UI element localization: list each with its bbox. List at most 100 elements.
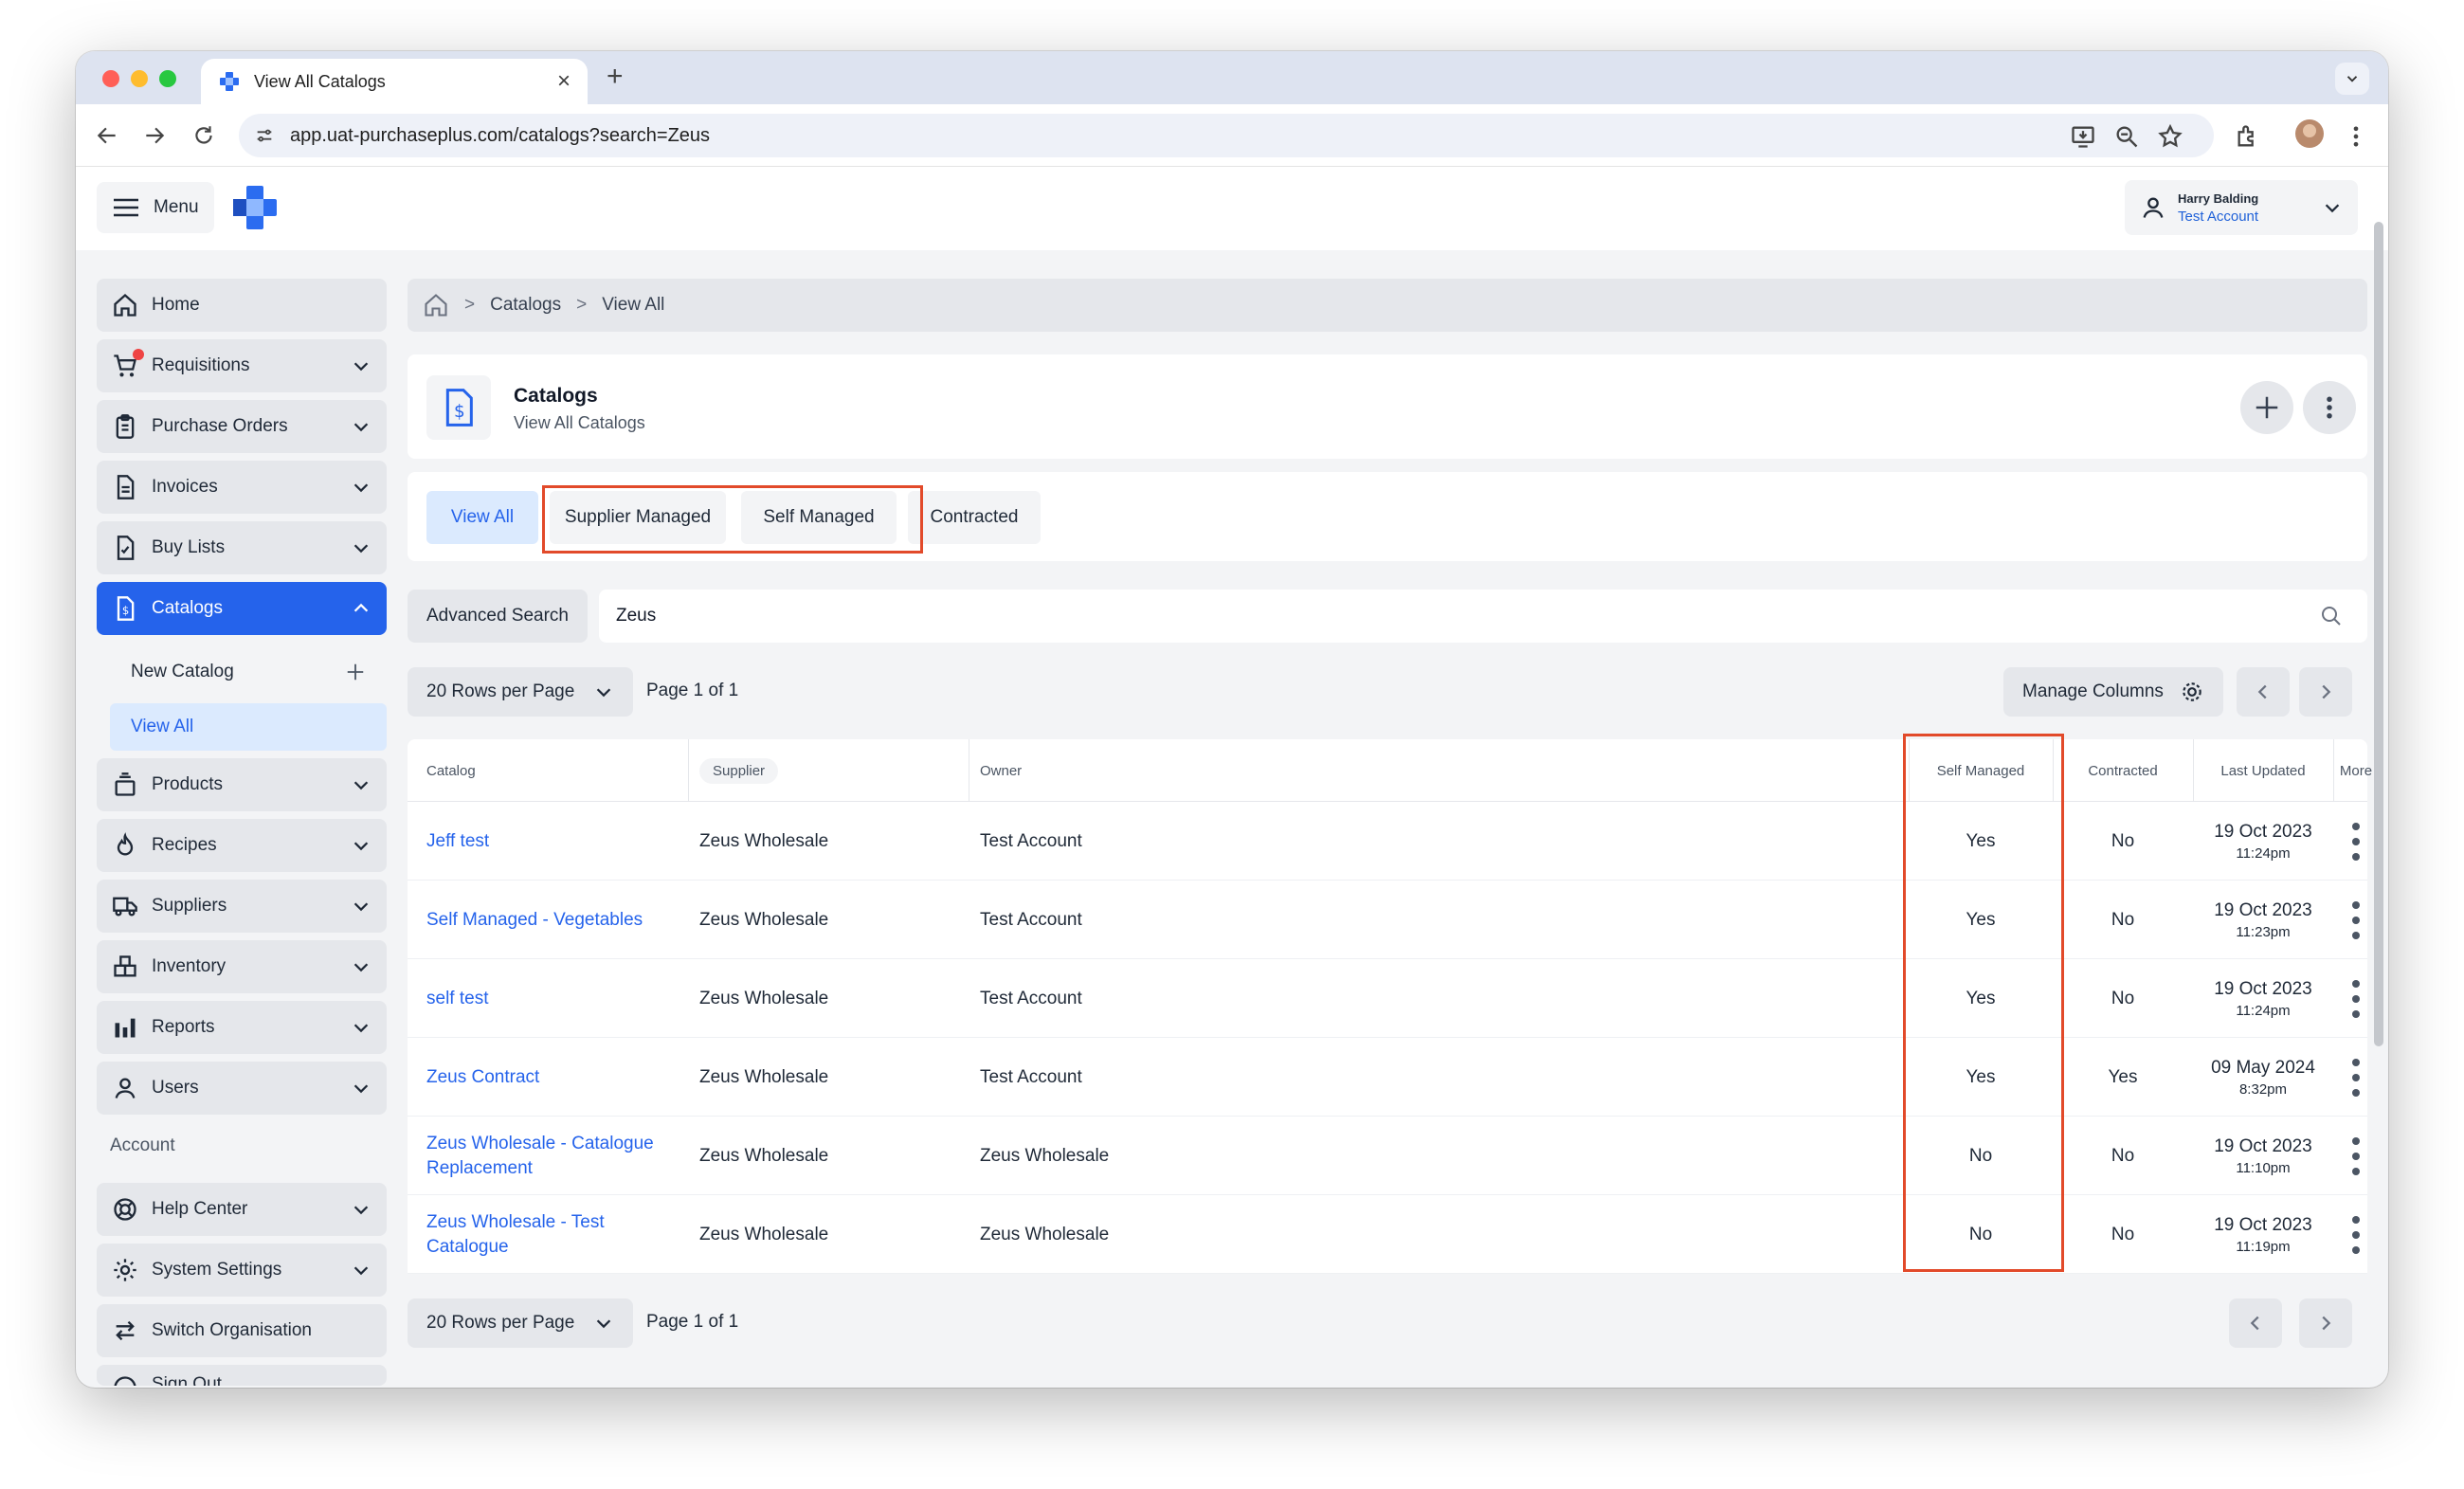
tab-search-button[interactable] bbox=[2335, 63, 2369, 95]
next-page-button[interactable] bbox=[2299, 667, 2352, 717]
column-header-owner[interactable]: Owner bbox=[980, 739, 1022, 802]
gear-icon bbox=[114, 1259, 136, 1281]
sidebar-item-inventory[interactable]: Inventory bbox=[97, 940, 387, 993]
manage-columns-button[interactable]: Manage Columns bbox=[2003, 667, 2223, 717]
search-icon[interactable] bbox=[2320, 605, 2343, 627]
home-icon[interactable] bbox=[423, 292, 449, 318]
tab-contracted[interactable]: Contracted bbox=[908, 491, 1041, 544]
last-updated-date: 19 Oct 2023 bbox=[2214, 899, 2312, 920]
install-app-icon[interactable] bbox=[2070, 123, 2096, 150]
column-header-last-updated[interactable]: Last Updated bbox=[2193, 739, 2333, 802]
last-updated-date: 19 Oct 2023 bbox=[2214, 1214, 2312, 1235]
sidebar-item-label: Inventory bbox=[152, 956, 226, 976]
previous-page-button[interactable] bbox=[2237, 667, 2290, 717]
owner-cell: Zeus Wholesale bbox=[980, 1145, 1110, 1166]
reload-icon[interactable] bbox=[191, 123, 216, 148]
chevron-down-icon bbox=[2325, 204, 2340, 213]
sidebar-item-purchase-orders[interactable]: Purchase Orders bbox=[97, 400, 387, 453]
maximize-window-button[interactable] bbox=[159, 70, 176, 87]
site-settings-icon[interactable] bbox=[254, 125, 275, 146]
advanced-search-button[interactable]: Advanced Search bbox=[408, 590, 588, 643]
browser-tab[interactable]: View All Catalogs × bbox=[201, 59, 588, 104]
catalog-link[interactable]: Zeus Wholesale - Test Catalogue bbox=[426, 1195, 682, 1274]
column-header-catalog[interactable]: Catalog bbox=[426, 739, 476, 802]
supplier-cell: Zeus Wholesale bbox=[699, 1066, 829, 1087]
forward-arrow-icon[interactable] bbox=[142, 123, 167, 148]
bar-chart-icon bbox=[115, 1018, 136, 1038]
breadcrumb-catalogs[interactable]: Catalogs bbox=[490, 295, 561, 316]
more-vertical-icon bbox=[2327, 396, 2332, 419]
add-catalog-button[interactable] bbox=[2240, 381, 2293, 434]
page-more-button[interactable] bbox=[2303, 381, 2356, 434]
table-row: Zeus Wholesale - Catalogue Replacement Z… bbox=[408, 1117, 2367, 1195]
catalog-link[interactable]: Zeus Wholesale - Catalogue Replacement bbox=[426, 1117, 682, 1195]
sidebar-item-system-settings[interactable]: System Settings bbox=[97, 1244, 387, 1297]
catalog-link[interactable]: Self Managed - Vegetables bbox=[426, 881, 682, 959]
chevron-down-icon bbox=[353, 423, 369, 432]
rows-per-page-select[interactable]: 20 Rows per Page bbox=[408, 667, 633, 717]
sidebar-item-home[interactable]: Home bbox=[97, 279, 387, 332]
previous-page-button-bottom[interactable] bbox=[2229, 1298, 2282, 1348]
user-menu-button[interactable]: Harry Balding Test Account bbox=[2125, 180, 2358, 235]
sidebar-item-invoices[interactable]: Invoices bbox=[97, 461, 387, 514]
catalog-link[interactable]: Jeff test bbox=[426, 802, 682, 881]
supplier-cell: Zeus Wholesale bbox=[699, 1224, 829, 1244]
zoom-icon[interactable] bbox=[2113, 123, 2140, 150]
sidebar-item-sign-out[interactable]: Sign Out bbox=[97, 1365, 387, 1386]
sidebar-item-products[interactable]: Products bbox=[97, 758, 387, 811]
sidebar-item-users[interactable]: Users bbox=[97, 1062, 387, 1115]
menu-button[interactable]: Menu bbox=[97, 182, 214, 233]
sidebar-item-buy-lists[interactable]: Buy Lists bbox=[97, 521, 387, 574]
last-updated-cell: 19 Oct 2023 11:24pm bbox=[2193, 959, 2333, 1038]
row-more-button[interactable] bbox=[2324, 1038, 2388, 1117]
page-title: Catalogs bbox=[514, 385, 598, 407]
filter-tabs-card: View All Supplier Managed Self Managed C… bbox=[408, 472, 2367, 561]
browser-profile-avatar[interactable] bbox=[2295, 119, 2324, 148]
row-more-button[interactable] bbox=[2324, 1195, 2388, 1274]
column-header-supplier[interactable]: Supplier bbox=[699, 739, 779, 802]
close-tab-icon[interactable]: × bbox=[557, 68, 571, 95]
chevron-right-icon bbox=[2322, 1316, 2331, 1331]
column-header-contracted[interactable]: Contracted bbox=[2053, 739, 2193, 802]
last-updated-cell: 19 Oct 2023 11:23pm bbox=[2193, 881, 2333, 959]
row-more-button[interactable] bbox=[2324, 1117, 2388, 1195]
purchaseplus-logo[interactable] bbox=[231, 184, 279, 231]
last-updated-cell: 19 Oct 2023 11:10pm bbox=[2193, 1117, 2333, 1195]
contracted-cell: No bbox=[2111, 830, 2135, 851]
tab-view-all[interactable]: View All bbox=[426, 491, 538, 544]
sidebar-item-recipes[interactable]: Recipes bbox=[97, 819, 387, 872]
owner-cell: Test Account bbox=[980, 1066, 1082, 1087]
rows-per-page-select-bottom[interactable]: 20 Rows per Page bbox=[408, 1298, 633, 1348]
breadcrumb: > Catalogs > View All bbox=[408, 279, 2367, 332]
user-name: Harry Balding bbox=[2178, 191, 2259, 206]
sidebar-item-catalogs[interactable]: $ Catalogs bbox=[97, 582, 387, 635]
breadcrumb-separator: > bbox=[464, 295, 476, 315]
contracted-cell: Yes bbox=[2108, 1066, 2138, 1087]
address-bar[interactable]: app.uat-purchaseplus.com/catalogs?search… bbox=[239, 114, 2214, 157]
sidebar-item-label: Sign Out bbox=[152, 1374, 222, 1386]
sidebar-item-reports[interactable]: Reports bbox=[97, 1001, 387, 1054]
sidebar-item-switch-organisation[interactable]: Switch Organisation bbox=[97, 1304, 387, 1357]
next-page-button-bottom[interactable] bbox=[2299, 1298, 2352, 1348]
sidebar-item-suppliers[interactable]: Suppliers bbox=[97, 880, 387, 933]
sidebar-subitem-view-all[interactable]: View All bbox=[110, 703, 387, 751]
last-updated-date: 09 May 2024 bbox=[2211, 1057, 2315, 1078]
page-scrollbar[interactable] bbox=[2374, 222, 2383, 1046]
close-window-button[interactable] bbox=[102, 70, 119, 87]
back-arrow-icon[interactable] bbox=[95, 123, 119, 148]
sidebar-item-help-center[interactable]: Help Center bbox=[97, 1183, 387, 1236]
browser-menu-icon[interactable] bbox=[2343, 123, 2369, 150]
sidebar-subitem-new-catalog[interactable]: New Catalog bbox=[110, 648, 387, 696]
last-updated-date: 19 Oct 2023 bbox=[2214, 1135, 2312, 1156]
bookmark-star-icon[interactable] bbox=[2157, 123, 2183, 150]
sidebar-item-requisitions[interactable]: Requisitions bbox=[97, 339, 387, 392]
search-input[interactable] bbox=[599, 590, 2367, 643]
catalog-link[interactable]: self test bbox=[426, 959, 682, 1038]
catalog-link[interactable]: Zeus Contract bbox=[426, 1038, 682, 1117]
new-tab-button[interactable]: + bbox=[607, 61, 624, 93]
menu-label: Menu bbox=[154, 197, 199, 217]
user-icon bbox=[115, 1078, 136, 1099]
extensions-puzzle-icon[interactable] bbox=[2235, 123, 2261, 150]
table-row: self test Zeus Wholesale Test Account Ye… bbox=[408, 959, 2367, 1038]
minimize-window-button[interactable] bbox=[131, 70, 148, 87]
